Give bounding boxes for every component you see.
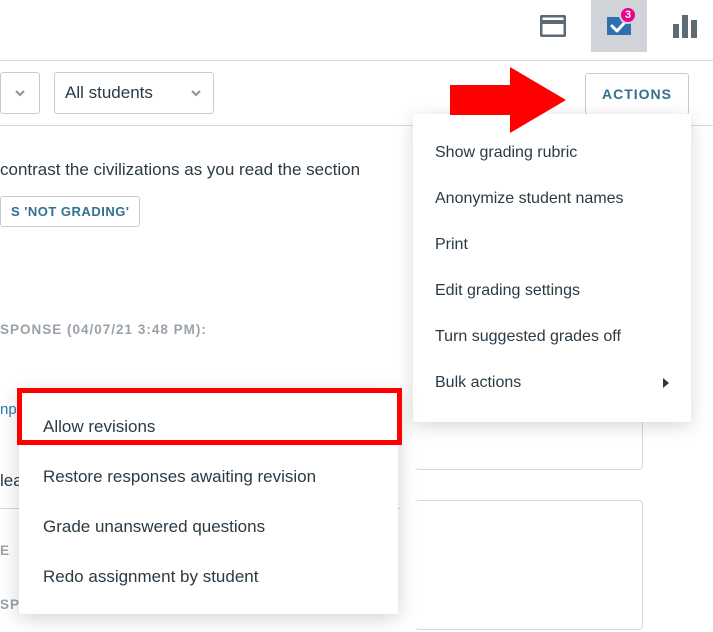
bulk-actions-dropdown: Allow revisions Restore responses awaiti… xyxy=(19,390,398,614)
actions-button-label: ACTIONS xyxy=(602,86,672,102)
menu-item-label: Grade unanswered questions xyxy=(43,517,265,536)
notification-badge: 3 xyxy=(619,6,637,24)
chevron-down-icon xyxy=(13,86,27,100)
bulk-allow-revisions[interactable]: Allow revisions xyxy=(19,402,398,452)
menu-item-label: Turn suggested grades off xyxy=(435,328,621,346)
card-icon[interactable] xyxy=(539,12,567,40)
menu-item-label: Show grading rubric xyxy=(435,144,577,162)
action-print[interactable]: Print xyxy=(413,222,691,268)
top-icon-bar: 3 xyxy=(539,0,699,52)
inbox-icon-wrap[interactable]: 3 xyxy=(591,0,647,52)
submenu-arrow-icon xyxy=(663,378,669,388)
action-bulk-actions[interactable]: Bulk actions xyxy=(413,360,691,406)
action-turn-suggested-grades-off[interactable]: Turn suggested grades off xyxy=(413,314,691,360)
menu-item-label: Allow revisions xyxy=(43,417,155,436)
menu-item-label: Anonymize student names xyxy=(435,190,624,208)
actions-dropdown: Show grading rubric Anonymize student na… xyxy=(413,114,691,422)
response-meta-fragment: SPONSE (04/07/21 3:48 PM): xyxy=(0,322,207,337)
card-edge-2 xyxy=(415,500,643,630)
bulk-redo-assignment[interactable]: Redo assignment by student xyxy=(19,552,398,602)
actions-button[interactable]: ACTIONS xyxy=(585,73,689,115)
students-filter-label: All students xyxy=(65,83,189,103)
bulk-grade-unanswered[interactable]: Grade unanswered questions xyxy=(19,502,398,552)
menu-item-label: Redo assignment by student xyxy=(43,567,258,586)
prompt-text-fragment: contrast the civilizations as you read t… xyxy=(0,160,360,180)
not-grading-chip[interactable]: S 'NOT GRADING' xyxy=(0,196,140,227)
filter-select-1[interactable] xyxy=(0,72,40,114)
meta-fragment-2: E xyxy=(0,543,10,558)
action-anonymize-student-names[interactable]: Anonymize student names xyxy=(413,176,691,222)
link-fragment[interactable]: np xyxy=(0,401,17,418)
stats-icon[interactable] xyxy=(671,12,699,40)
menu-item-label: Print xyxy=(435,236,468,254)
chevron-down-icon xyxy=(189,86,203,100)
menu-item-label: Edit grading settings xyxy=(435,282,580,300)
students-filter-select[interactable]: All students xyxy=(54,72,214,114)
menu-item-label: Restore responses awaiting revision xyxy=(43,467,316,486)
bulk-restore-responses[interactable]: Restore responses awaiting revision xyxy=(19,452,398,502)
action-edit-grading-settings[interactable]: Edit grading settings xyxy=(413,268,691,314)
menu-item-label: Bulk actions xyxy=(435,374,521,392)
action-show-grading-rubric[interactable]: Show grading rubric xyxy=(413,130,691,176)
